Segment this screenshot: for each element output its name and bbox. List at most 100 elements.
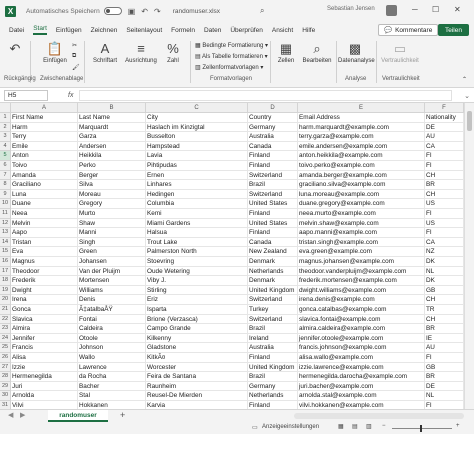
table-cell[interactable]: Slavica [11,314,78,325]
format-as-table-button[interactable]: ▤ Als Tabelle formatieren ▾ [195,53,268,60]
table-cell[interactable]: DK [425,276,464,286]
avatar[interactable] [386,5,397,16]
table-cell[interactable]: US [425,218,464,229]
row-header[interactable]: 8 [0,180,11,190]
column-header-d[interactable]: D [248,103,298,113]
table-cell[interactable]: Netherlands [248,391,298,401]
undo-button[interactable]: ↶ [6,42,24,58]
fx-icon[interactable]: fx [68,92,73,99]
table-cell[interactable]: IE [425,333,464,344]
table-cell[interactable]: Van der Pluijm [78,266,146,277]
table-cell[interactable]: AU [425,343,464,353]
select-all-corner[interactable] [0,103,11,113]
save-icon[interactable]: ▣ [128,7,136,16]
zoom-in-icon[interactable]: + [456,423,460,429]
row-header[interactable]: 17 [0,266,11,277]
row-header[interactable]: 28 [0,372,11,382]
table-cell[interactable]: GB [425,285,464,296]
row-header[interactable]: 9 [0,189,11,200]
table-cell[interactable]: United States [248,218,298,229]
table-cell[interactable]: Trout Lake [146,237,248,248]
table-cell[interactable]: Viby J. [146,276,248,286]
editing-button[interactable]: ⌕ Bearbeiten [302,42,332,65]
minimize-icon[interactable]: ─ [412,5,418,14]
table-cell[interactable]: Finland [248,161,298,171]
table-cell[interactable]: Frederik [11,276,78,286]
copy-icon[interactable]: ⧉ [72,53,76,60]
table-cell[interactable]: Duane [11,199,78,209]
table-cell[interactable]: Fontai [78,314,146,325]
row-header[interactable]: 29 [0,381,11,392]
expand-formula-icon[interactable]: ⌄ [464,92,470,100]
table-cell[interactable]: Magnus [11,257,78,267]
row-header[interactable]: 25 [0,343,11,353]
table-cell[interactable]: NZ [425,247,464,257]
table-cell[interactable]: United States [248,199,298,209]
table-cell[interactable]: Johnson [78,343,146,353]
table-cell[interactable]: magnus.johansen@example.com [298,257,425,267]
table-cell[interactable]: arnolda.stal@example.com [298,391,425,401]
table-cell[interactable]: Switzerland [248,170,298,181]
table-cell[interactable]: Hampstead [146,141,248,152]
header-cell[interactable]: First Name [11,113,78,123]
table-cell[interactable]: Dwight [11,285,78,296]
table-cell[interactable]: Stoevring [146,257,248,267]
table-cell[interactable]: neea.murto@example.com [298,209,425,219]
table-cell[interactable]: Tristan [11,237,78,248]
table-cell[interactable]: izzie.lawrence@example.com [298,362,425,373]
sensitivity-button[interactable]: ▭ Vertraulichkeit [378,42,422,65]
table-cell[interactable]: toivo.perko@example.com [298,161,425,171]
table-cell[interactable]: Ireland [248,333,298,344]
table-cell[interactable]: NL [425,391,464,401]
table-cell[interactable]: Haslach im Kinzigtal [146,122,248,133]
share-button[interactable]: Teilen [438,24,469,36]
cell-styles-button[interactable]: ▥ Zellenformatvorlagen ▾ [195,64,263,71]
column-header-f[interactable]: F [425,103,464,113]
table-cell[interactable]: Finland [248,401,298,409]
name-box[interactable]: H5 [4,90,48,101]
header-cell[interactable]: Email Address [298,113,425,123]
prev-sheet-icon[interactable]: ◀ [8,411,13,419]
table-cell[interactable]: Graciliano [11,180,78,190]
table-cell[interactable]: Busselton [146,132,248,142]
table-cell[interactable]: Neea [11,209,78,219]
table-cell[interactable]: DK [425,257,464,267]
table-cell[interactable]: Silva [78,180,146,190]
autosave-toggle[interactable] [103,7,122,15]
table-cell[interactable]: CH [425,295,464,305]
table-cell[interactable]: Vilvi [11,401,78,409]
table-cell[interactable]: Denmark [248,257,298,267]
table-cell[interactable]: emile.andersen@example.com [298,141,425,152]
paste-button[interactable]: 📋 Einfügen [40,42,70,65]
table-cell[interactable]: Izzie [11,362,78,373]
table-cell[interactable]: almira.caldeira@example.com [298,324,425,334]
table-cell[interactable]: CH [425,314,464,325]
row-header[interactable]: 1 [0,113,11,123]
display-settings-icon[interactable]: ▭ [252,424,258,431]
row-header[interactable]: 12 [0,218,11,229]
table-cell[interactable]: United Kingdom [248,285,298,296]
table-cell[interactable]: alisa.wallo@example.com [298,353,425,363]
table-cell[interactable]: Denmark [248,276,298,286]
table-cell[interactable]: tristan.singh@example.com [298,237,425,248]
table-cell[interactable]: theodoor.vanderpluijm@example.com [298,266,425,277]
table-cell[interactable]: Terry [11,132,78,142]
row-header[interactable]: 15 [0,247,11,257]
table-cell[interactable]: Turkey [248,305,298,315]
table-cell[interactable]: Miami Gardens [146,218,248,229]
table-cell[interactable]: Almira [11,324,78,334]
table-cell[interactable]: CH [425,170,464,181]
table-cell[interactable]: KitkÃ¤ [146,353,248,363]
redo-icon[interactable]: ↷ [154,7,161,16]
undo-icon[interactable]: ↶ [141,7,148,16]
table-cell[interactable]: jennifer.otoole@example.com [298,333,425,344]
table-cell[interactable]: AU [425,132,464,142]
table-cell[interactable]: Linhares [146,180,248,190]
scroll-thumb[interactable] [467,111,472,131]
table-cell[interactable]: United Kingdom [248,362,298,373]
table-cell[interactable]: Irena [11,295,78,305]
table-cell[interactable]: Feira de Santana [146,372,248,382]
table-cell[interactable]: hermenegilda.darocha@example.com [298,372,425,382]
table-cell[interactable]: Aapo [11,228,78,238]
table-cell[interactable]: Finland [248,353,298,363]
